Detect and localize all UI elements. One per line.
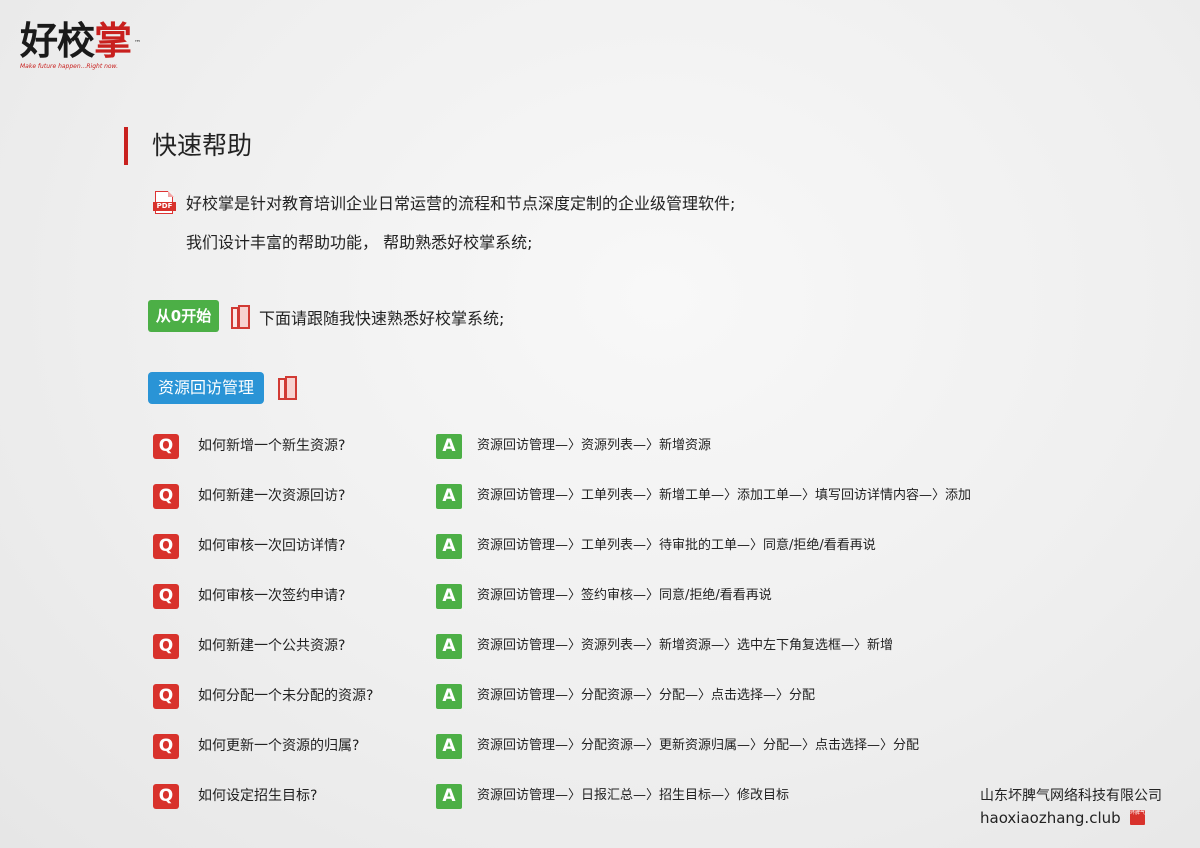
question-text: 如何新增一个新生资源? [198, 438, 346, 454]
question-text: 如何设定招生目标? [198, 788, 318, 804]
question-icon: Q [153, 684, 179, 709]
answer-icon: A [436, 484, 462, 509]
pdf-icon-label: PDF [153, 202, 176, 211]
logo-slogan: Make future happen...Right now. [20, 63, 118, 70]
title-accent-bar [124, 127, 128, 165]
answer-text: 资源回访管理—〉日报汇总—〉招生目标—〉修改目标 [477, 788, 790, 803]
answer-icon: A [436, 584, 462, 609]
follow-guide-text: 下面请跟随我快速熟悉好校掌系统; [259, 309, 505, 328]
qa-row: Q 如何新建一个公共资源? A 资源回访管理—〉资源列表—〉新增资源—〉选中左下… [0, 632, 1200, 662]
question-icon: Q [153, 434, 179, 459]
logo-wordmark: 好校掌 ™ [20, 19, 141, 63]
qa-row: Q 如何新增一个新生资源? A 资源回访管理—〉资源列表—〉新增资源 [0, 432, 1200, 462]
intro-line-1: 好校掌是针对教育培训企业日常运营的流程和节点深度定制的企业级管理软件; [186, 194, 736, 213]
question-icon: Q [153, 784, 179, 809]
start-badge: 从0开始 [148, 300, 219, 332]
question-text: 如何审核一次回访详情? [198, 538, 346, 554]
answer-icon: A [436, 734, 462, 759]
logo-trademark: ™ [134, 39, 141, 47]
qa-row: Q 如何审核一次回访详情? A 资源回访管理—〉工单列表—〉待审批的工单—〉同意… [0, 532, 1200, 562]
qa-row: Q 如何分配一个未分配的资源? A 资源回访管理—〉分配资源—〉分配—〉点击选择… [0, 682, 1200, 712]
section-badge: 资源回访管理 [148, 372, 264, 404]
answer-icon: A [436, 684, 462, 709]
answer-text: 资源回访管理—〉工单列表—〉待审批的工单—〉同意/拒绝/看看再说 [477, 538, 876, 553]
intro-line-2: 我们设计丰富的帮助功能， 帮助熟悉好校掌系统; [186, 233, 533, 252]
question-icon: Q [153, 634, 179, 659]
answer-icon: A [436, 534, 462, 559]
answer-text: 资源回访管理—〉工单列表—〉新增工单—〉添加工单—〉填写回访详情内容—〉添加 [477, 488, 972, 503]
answer-text: 资源回访管理—〉分配资源—〉分配—〉点击选择—〉分配 [477, 688, 816, 703]
qa-row: Q 如何审核一次签约申请? A 资源回访管理—〉签约审核—〉同意/拒绝/看看再说 [0, 582, 1200, 612]
answer-icon: A [436, 634, 462, 659]
website-text: haoxiaozhang.club [980, 809, 1121, 827]
answer-text: 资源回访管理—〉签约审核—〉同意/拒绝/看看再说 [477, 588, 772, 603]
question-text: 如何更新一个资源的归属? [198, 738, 360, 754]
section-book-icon [278, 376, 300, 402]
page-title: 快速帮助 [152, 131, 253, 160]
question-text: 如何新建一个公共资源? [198, 638, 346, 654]
book-icon [231, 305, 253, 331]
question-icon: Q [153, 584, 179, 609]
answer-text: 资源回访管理—〉资源列表—〉新增资源—〉选中左下角复选框—〉新增 [477, 638, 894, 653]
seal-stamp-icon: 坏脾气 [1130, 810, 1145, 825]
question-text: 如何审核一次签约申请? [198, 588, 346, 604]
answer-text: 资源回访管理—〉分配资源—〉更新资源归属—〉分配—〉点击选择—〉分配 [477, 738, 920, 753]
question-icon: Q [153, 484, 179, 509]
logo: 好校掌 ™ Make future happen...Right now. [20, 19, 141, 70]
qa-row: Q 如何新建一次资源回访? A 资源回访管理—〉工单列表—〉新增工单—〉添加工单… [0, 482, 1200, 512]
answer-icon: A [436, 784, 462, 809]
question-text: 如何分配一个未分配的资源? [198, 688, 374, 704]
question-icon: Q [153, 534, 179, 559]
qa-row: Q 如何更新一个资源的归属? A 资源回访管理—〉分配资源—〉更新资源归属—〉分… [0, 732, 1200, 762]
question-icon: Q [153, 734, 179, 759]
answer-text: 资源回访管理—〉资源列表—〉新增资源 [477, 438, 712, 453]
logo-accent-text: 掌 [94, 19, 132, 63]
answer-icon: A [436, 434, 462, 459]
logo-main-text: 好校 [20, 19, 95, 63]
pdf-icon: PDF [153, 191, 176, 215]
company-name: 山东坏脾气网络科技有限公司 [980, 788, 1162, 804]
question-text: 如何新建一次资源回访? [198, 488, 346, 504]
